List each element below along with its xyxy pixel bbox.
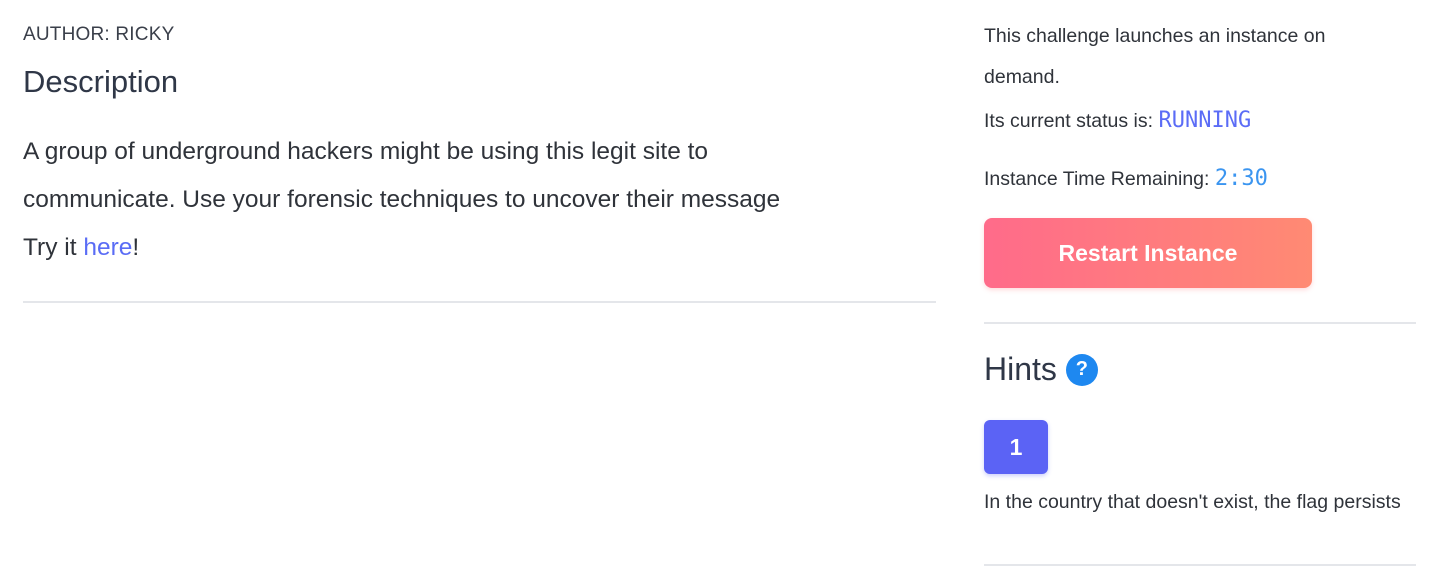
hint-button-1[interactable]: 1: [984, 420, 1048, 474]
time-remaining-label: Instance Time Remaining:: [984, 168, 1215, 190]
description-body: A group of underground hackers might be …: [23, 128, 923, 272]
try-it-prefix: Try it: [23, 234, 84, 261]
challenge-page: AUTHOR: RICKY Description A group of und…: [0, 0, 1448, 566]
description-line: communicate. Use your forensic technique…: [23, 186, 781, 213]
status-value: RUNNING: [1158, 108, 1252, 133]
author-label: AUTHOR: RICKY: [23, 24, 175, 45]
sidebar-divider: [984, 322, 1416, 324]
try-it-line: Try it here!: [23, 224, 923, 272]
restart-instance-button[interactable]: Restart Instance: [984, 218, 1312, 288]
instance-launch-text: This challenge launches an instance on d…: [984, 25, 1326, 88]
time-remaining-value: 2:30: [1214, 166, 1268, 191]
hints-heading: Hints ?: [984, 351, 1098, 388]
challenge-link[interactable]: here: [83, 234, 132, 261]
instance-time-line: Instance Time Remaining: 2:30: [984, 158, 1268, 200]
instance-status-line: Its current status is: RUNNING: [984, 100, 1251, 142]
description-title: Description: [23, 64, 179, 99]
description-divider: [23, 301, 936, 303]
try-it-suffix: !: [132, 234, 140, 261]
hint-text: In the country that doesn't exist, the f…: [984, 491, 1401, 513]
status-label: Its current status is:: [984, 110, 1159, 132]
question-mark-icon[interactable]: ?: [1065, 353, 1098, 386]
description-line: A group of underground hackers might be …: [23, 138, 709, 165]
hints-title: Hints: [984, 351, 1057, 387]
